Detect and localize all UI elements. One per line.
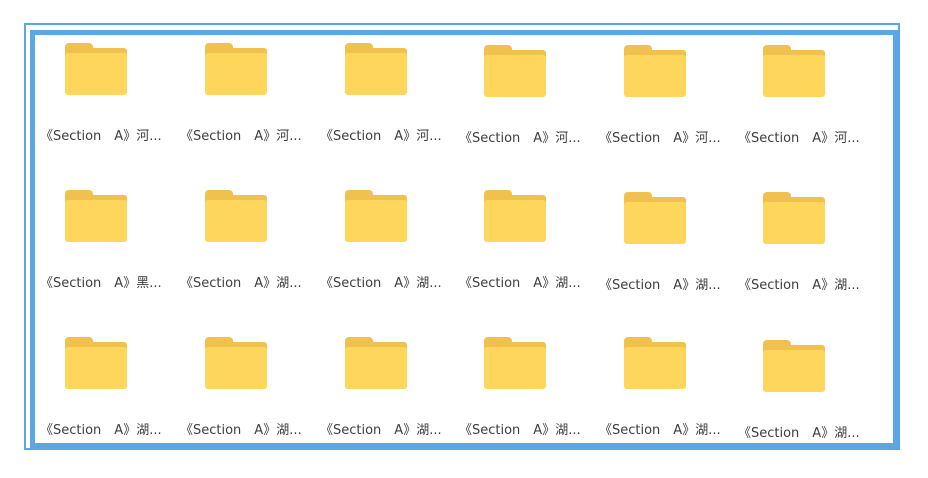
folder-icon[interactable] <box>345 190 407 242</box>
folder-label[interactable]: 《Section A》湖... <box>320 272 448 291</box>
folder-item[interactable]: 《Section A》湖... <box>180 337 310 457</box>
folder-icon-front <box>205 200 267 242</box>
folder-icon[interactable] <box>484 190 546 242</box>
folder-item[interactable]: 《Section A》湖... <box>320 190 450 310</box>
folder-icon[interactable] <box>345 337 407 389</box>
folder-label[interactable]: 《Section A》湖... <box>40 419 168 438</box>
folder-icon-front <box>345 200 407 242</box>
folder-label[interactable]: 《Section A》湖... <box>459 419 587 438</box>
folder-label[interactable]: 《Section A》湖... <box>320 419 448 438</box>
folder-label[interactable]: 《Section A》湖... <box>180 272 308 291</box>
folder-icon[interactable] <box>205 43 267 95</box>
folder-label[interactable]: 《Section A》河... <box>738 127 866 146</box>
folder-item[interactable]: 《Section A》河... <box>459 45 589 165</box>
folder-icon[interactable] <box>205 190 267 242</box>
folder-icon-front <box>205 347 267 389</box>
folder-item[interactable]: 《Section A》河... <box>320 43 450 163</box>
folder-icon[interactable] <box>345 43 407 95</box>
folder-grid: 《Section A》河... 《Section A》河... 《Section A… <box>35 35 893 443</box>
folder-icon[interactable] <box>763 45 825 97</box>
folder-icon[interactable] <box>65 337 127 389</box>
folder-icon-front <box>763 202 825 244</box>
folder-item[interactable]: 《Section A》湖... <box>599 192 729 312</box>
folder-label[interactable]: 《Section A》湖... <box>599 419 727 438</box>
folder-label[interactable]: 《Section A》湖... <box>180 419 308 438</box>
folder-icon-front <box>205 53 267 95</box>
folder-item[interactable]: 《Section A》湖... <box>320 337 450 457</box>
folder-label[interactable]: 《Section A》河... <box>40 125 168 144</box>
folder-icon-front <box>65 200 127 242</box>
folder-icon-front <box>65 53 127 95</box>
folder-item[interactable]: 《Section A》湖... <box>738 340 868 460</box>
folder-label[interactable]: 《Section A》河... <box>180 125 308 144</box>
folder-label[interactable]: 《Section A》湖... <box>459 272 587 291</box>
folder-item[interactable]: 《Section A》河... <box>40 43 170 163</box>
folder-icon[interactable] <box>624 192 686 244</box>
folder-label[interactable]: 《Section A》河... <box>320 125 448 144</box>
folder-label[interactable]: 《Section A》黑... <box>40 272 168 291</box>
folder-item[interactable]: 《Section A》湖... <box>459 190 589 310</box>
folder-icon[interactable] <box>763 340 825 392</box>
folder-icon[interactable] <box>65 190 127 242</box>
folder-label[interactable]: 《Section A》河... <box>599 127 727 146</box>
folder-icon-front <box>484 200 546 242</box>
folder-icon-front <box>484 347 546 389</box>
folder-item[interactable]: 《Section A》河... <box>599 45 729 165</box>
folder-label[interactable]: 《Section A》湖... <box>599 274 727 293</box>
folder-icon[interactable] <box>763 192 825 244</box>
folder-item[interactable]: 《Section A》湖... <box>40 337 170 457</box>
folder-icon-front <box>65 347 127 389</box>
folder-item[interactable]: 《Section A》黑... <box>40 190 170 310</box>
folder-item[interactable]: 《Section A》湖... <box>459 337 589 457</box>
folder-item[interactable]: 《Section A》湖... <box>738 192 868 312</box>
folder-icon-front <box>624 202 686 244</box>
folder-icon[interactable] <box>624 45 686 97</box>
folder-label[interactable]: 《Section A》湖... <box>738 274 866 293</box>
folder-item[interactable]: 《Section A》河... <box>180 43 310 163</box>
folder-icon-front <box>345 53 407 95</box>
folder-item[interactable]: 《Section A》湖... <box>180 190 310 310</box>
folder-icon-front <box>624 347 686 389</box>
folder-icon-front <box>763 350 825 392</box>
folder-label[interactable]: 《Section A》河... <box>459 127 587 146</box>
folder-item[interactable]: 《Section A》湖... <box>599 337 729 457</box>
folder-icon-front <box>345 347 407 389</box>
folder-icon-front <box>624 55 686 97</box>
folder-icon[interactable] <box>205 337 267 389</box>
folder-icon[interactable] <box>484 45 546 97</box>
folder-icon-front <box>763 55 825 97</box>
folder-label[interactable]: 《Section A》湖... <box>738 422 866 441</box>
folder-icon[interactable] <box>484 337 546 389</box>
folder-icon[interactable] <box>65 43 127 95</box>
folder-icon[interactable] <box>624 337 686 389</box>
folder-item[interactable]: 《Section A》河... <box>738 45 868 165</box>
folder-grid-panel: 《Section A》河... 《Section A》河... 《Section A… <box>30 30 898 448</box>
folder-icon-front <box>484 55 546 97</box>
